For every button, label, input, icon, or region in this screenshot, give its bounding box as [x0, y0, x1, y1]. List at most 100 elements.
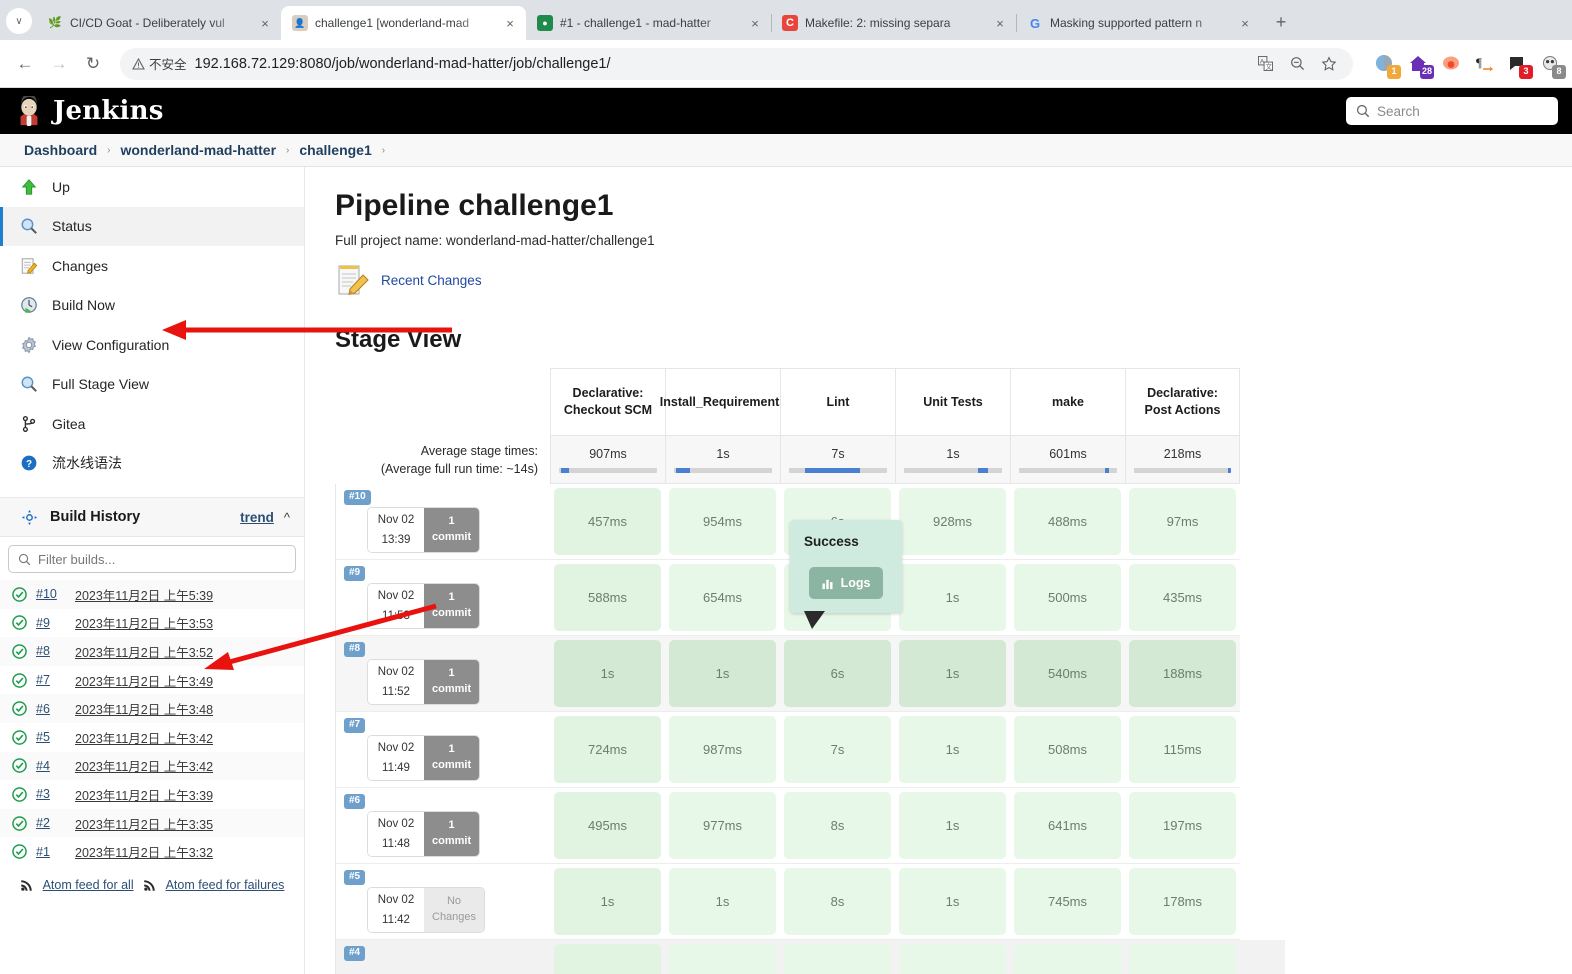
stage-cell[interactable]: 115ms: [1125, 712, 1240, 788]
stage-cell[interactable]: [895, 940, 1010, 974]
build-history-item[interactable]: #5 2023年11月2日 上午3:42: [0, 723, 304, 752]
stage-cell[interactable]: 641ms: [1010, 788, 1125, 864]
browser-tab-3[interactable]: C Makefile: 2: missing separa ×: [771, 6, 1016, 40]
stage-cell[interactable]: 6s: [780, 636, 895, 712]
build-number-badge[interactable]: #10: [344, 490, 371, 505]
build-history-item[interactable]: #4 2023年11月2日 上午3:42: [0, 751, 304, 781]
build-date-link[interactable]: 2023年11月2日 上午3:42: [75, 728, 213, 747]
close-icon[interactable]: ×: [992, 15, 1008, 31]
stage-cell[interactable]: 178ms: [1125, 864, 1240, 940]
build-history-item[interactable]: #7 2023年11月2日 上午3:49: [0, 666, 304, 695]
browser-tab-2[interactable]: ● #1 - challenge1 - mad-hatter ×: [526, 6, 771, 40]
extension-2-icon[interactable]: 28: [1406, 52, 1434, 79]
build-number-link[interactable]: #8: [36, 644, 66, 658]
build-number-badge[interactable]: #8: [344, 642, 366, 657]
stage-build-row[interactable]: #6 Nov 02 11:48 1 commit 495ms 977ms 8s …: [335, 788, 1285, 864]
breadcrumb-item-dashboard[interactable]: Dashboard: [16, 142, 105, 158]
browser-tab-4[interactable]: G Masking supported pattern n ×: [1016, 6, 1261, 40]
build-commit-box[interactable]: 1 commit: [424, 659, 480, 704]
sidebar-item-up[interactable]: Up: [0, 167, 304, 207]
build-number-link[interactable]: #10: [36, 587, 66, 601]
build-number-badge[interactable]: #7: [344, 718, 366, 733]
build-commit-box[interactable]: 1 commit: [424, 507, 480, 552]
build-number-link[interactable]: #7: [36, 673, 66, 687]
stage-build-row[interactable]: #8 Nov 02 11:52 1 commit 1s 1s 6s 1s 540…: [335, 636, 1285, 712]
stage-cell[interactable]: 8s: [780, 788, 895, 864]
filter-builds-input[interactable]: Filter builds...: [8, 545, 296, 573]
reload-button[interactable]: ↻: [78, 49, 108, 79]
build-info-cell[interactable]: #8 Nov 02 11:52 1 commit: [335, 636, 550, 712]
build-date-link[interactable]: 2023年11月2日 上午3:53: [75, 613, 213, 632]
build-number-link[interactable]: #5: [36, 730, 66, 744]
build-date-link[interactable]: 2023年11月2日 上午3:42: [75, 756, 213, 775]
stage-cell[interactable]: 1s: [895, 788, 1010, 864]
sidebar-item-gitea[interactable]: Gitea: [0, 404, 304, 444]
build-date-link[interactable]: 2023年11月2日 上午3:48: [75, 699, 213, 718]
build-number-badge[interactable]: #4: [344, 946, 366, 961]
stage-cell[interactable]: 588ms: [550, 560, 665, 636]
build-history-item[interactable]: #10 2023年11月2日 上午5:39: [0, 580, 304, 609]
stage-cell[interactable]: 745ms: [1010, 864, 1125, 940]
stage-cell[interactable]: 8s: [780, 864, 895, 940]
extension-1-icon[interactable]: 1: [1373, 52, 1401, 79]
stage-cell[interactable]: 954ms: [665, 484, 780, 560]
build-number-link[interactable]: #9: [36, 616, 66, 630]
stage-cell[interactable]: 654ms: [665, 560, 780, 636]
build-commit-box[interactable]: 1 commit: [424, 583, 480, 628]
stage-cell[interactable]: 1s: [665, 864, 780, 940]
jenkins-home-link[interactable]: Jenkins: [14, 96, 164, 126]
build-number-link[interactable]: #2: [36, 816, 66, 830]
build-history-item[interactable]: #9 2023年11月2日 上午3:53: [0, 609, 304, 638]
translate-icon[interactable]: A文: [1253, 52, 1277, 76]
build-no-changes-box[interactable]: No Changes: [424, 887, 485, 932]
stage-cell[interactable]: 197ms: [1125, 788, 1240, 864]
browser-tab-1[interactable]: 👤 challenge1 [wonderland-mad ×: [281, 6, 526, 40]
build-date-link[interactable]: 2023年11月2日 上午3:52: [75, 642, 213, 661]
stage-cell[interactable]: 1s: [895, 712, 1010, 788]
sidebar-item-view-configuration[interactable]: View Configuration: [0, 325, 304, 365]
build-info-cell[interactable]: #10 Nov 02 13:39 1 commit: [335, 484, 550, 560]
stage-cell[interactable]: 1s: [665, 636, 780, 712]
tab-search-button[interactable]: ∨: [6, 8, 32, 34]
stage-cell[interactable]: 977ms: [665, 788, 780, 864]
build-number-badge[interactable]: #5: [344, 870, 366, 885]
search-input[interactable]: Search: [1346, 97, 1558, 125]
star-icon[interactable]: [1317, 52, 1341, 76]
build-date-link[interactable]: 2023年11月2日 上午3:49: [75, 671, 213, 690]
build-info-cell[interactable]: #4: [335, 940, 550, 974]
recent-changes-link[interactable]: Recent Changes: [335, 262, 1572, 298]
build-info-cell[interactable]: #6 Nov 02 11:48 1 commit: [335, 788, 550, 864]
build-date-link[interactable]: 2023年11月2日 上午3:35: [75, 814, 213, 833]
build-history-item[interactable]: #2 2023年11月2日 上午3:35: [0, 808, 304, 838]
atom-feed-failures-link[interactable]: Atom feed for failures: [166, 878, 285, 892]
stage-cell[interactable]: 488ms: [1010, 484, 1125, 560]
stage-cell[interactable]: 540ms: [1010, 636, 1125, 712]
stage-cell[interactable]: 1s: [550, 636, 665, 712]
build-commit-box[interactable]: 1 commit: [424, 811, 480, 856]
sidebar-item-status[interactable]: Status: [0, 206, 304, 246]
sidebar-item-build-now[interactable]: Build Now: [0, 286, 304, 326]
stage-cell[interactable]: 435ms: [1125, 560, 1240, 636]
build-number-badge[interactable]: #9: [344, 566, 366, 581]
build-info-cell[interactable]: #9 Nov 02 11:53 1 commit: [335, 560, 550, 636]
extension-3-icon[interactable]: [1439, 52, 1463, 76]
logs-button[interactable]: Logs: [808, 567, 884, 599]
zoom-out-icon[interactable]: [1285, 52, 1309, 76]
stage-cell[interactable]: 987ms: [665, 712, 780, 788]
breadcrumb-item-folder[interactable]: wonderland-mad-hatter: [112, 142, 284, 158]
build-date-link[interactable]: 2023年11月2日 上午3:39: [75, 785, 213, 804]
stage-cell[interactable]: 7s: [780, 712, 895, 788]
sidebar-item-pipeline-syntax[interactable]: ? 流水线语法: [0, 444, 304, 484]
sidebar-item-full-stage-view[interactable]: Full Stage View: [0, 365, 304, 405]
stage-cell[interactable]: 457ms: [550, 484, 665, 560]
stage-cell[interactable]: 928ms: [895, 484, 1010, 560]
build-number-link[interactable]: #6: [36, 702, 66, 716]
stage-cell[interactable]: [550, 940, 665, 974]
forward-button[interactable]: →: [44, 49, 74, 79]
extension-4-icon[interactable]: ¶: [1472, 52, 1496, 76]
close-icon[interactable]: ×: [257, 15, 273, 31]
stage-cell[interactable]: 188ms: [1125, 636, 1240, 712]
stage-build-row-partial[interactable]: #4: [335, 940, 1285, 974]
stage-cell[interactable]: 1s: [550, 864, 665, 940]
stage-build-row[interactable]: #7 Nov 02 11:49 1 commit 724ms 987ms 7s …: [335, 712, 1285, 788]
